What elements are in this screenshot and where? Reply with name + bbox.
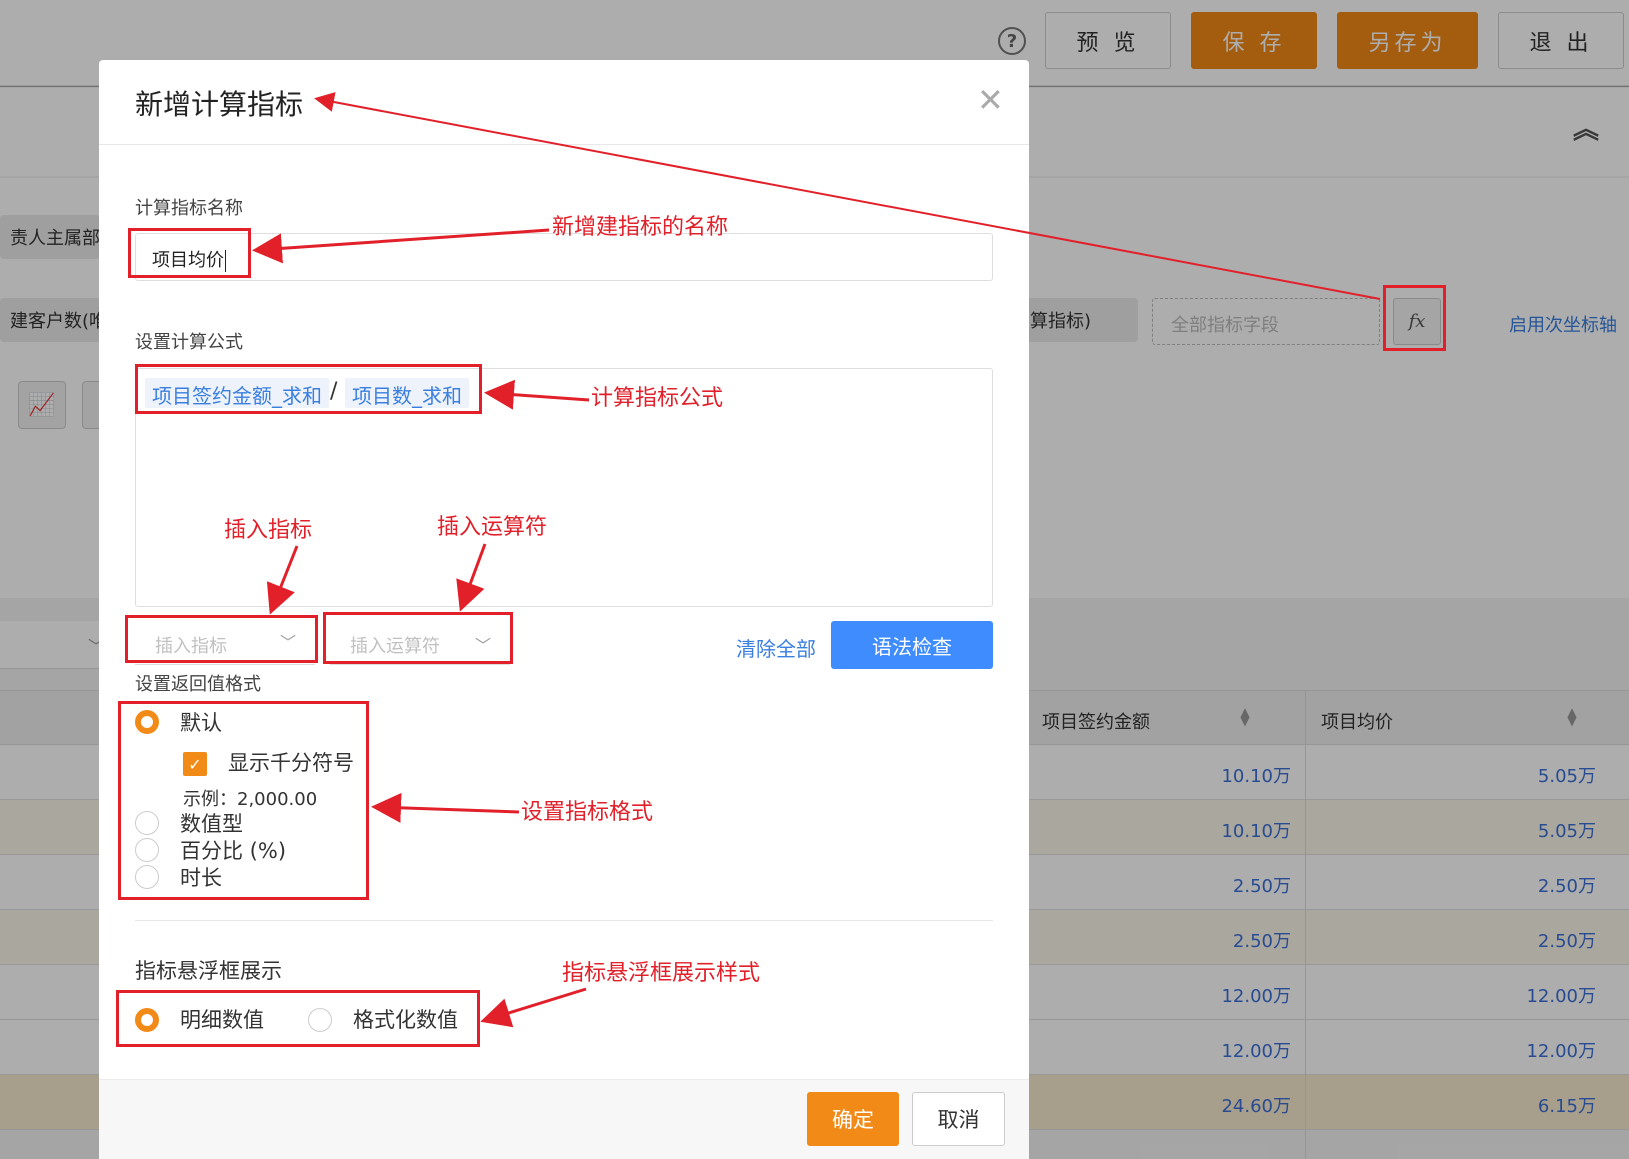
arrow-to-formula [484, 379, 590, 410]
arrow-to-format [371, 792, 520, 823]
arrow-to-insert-operator [456, 543, 487, 612]
arrow-fx-to-title [314, 92, 1381, 300]
arrow-to-hover [480, 987, 587, 1028]
arrow-to-name [252, 228, 550, 264]
annotation-arrows [252, 92, 1381, 1028]
arrow-to-insert-metric [266, 545, 299, 615]
